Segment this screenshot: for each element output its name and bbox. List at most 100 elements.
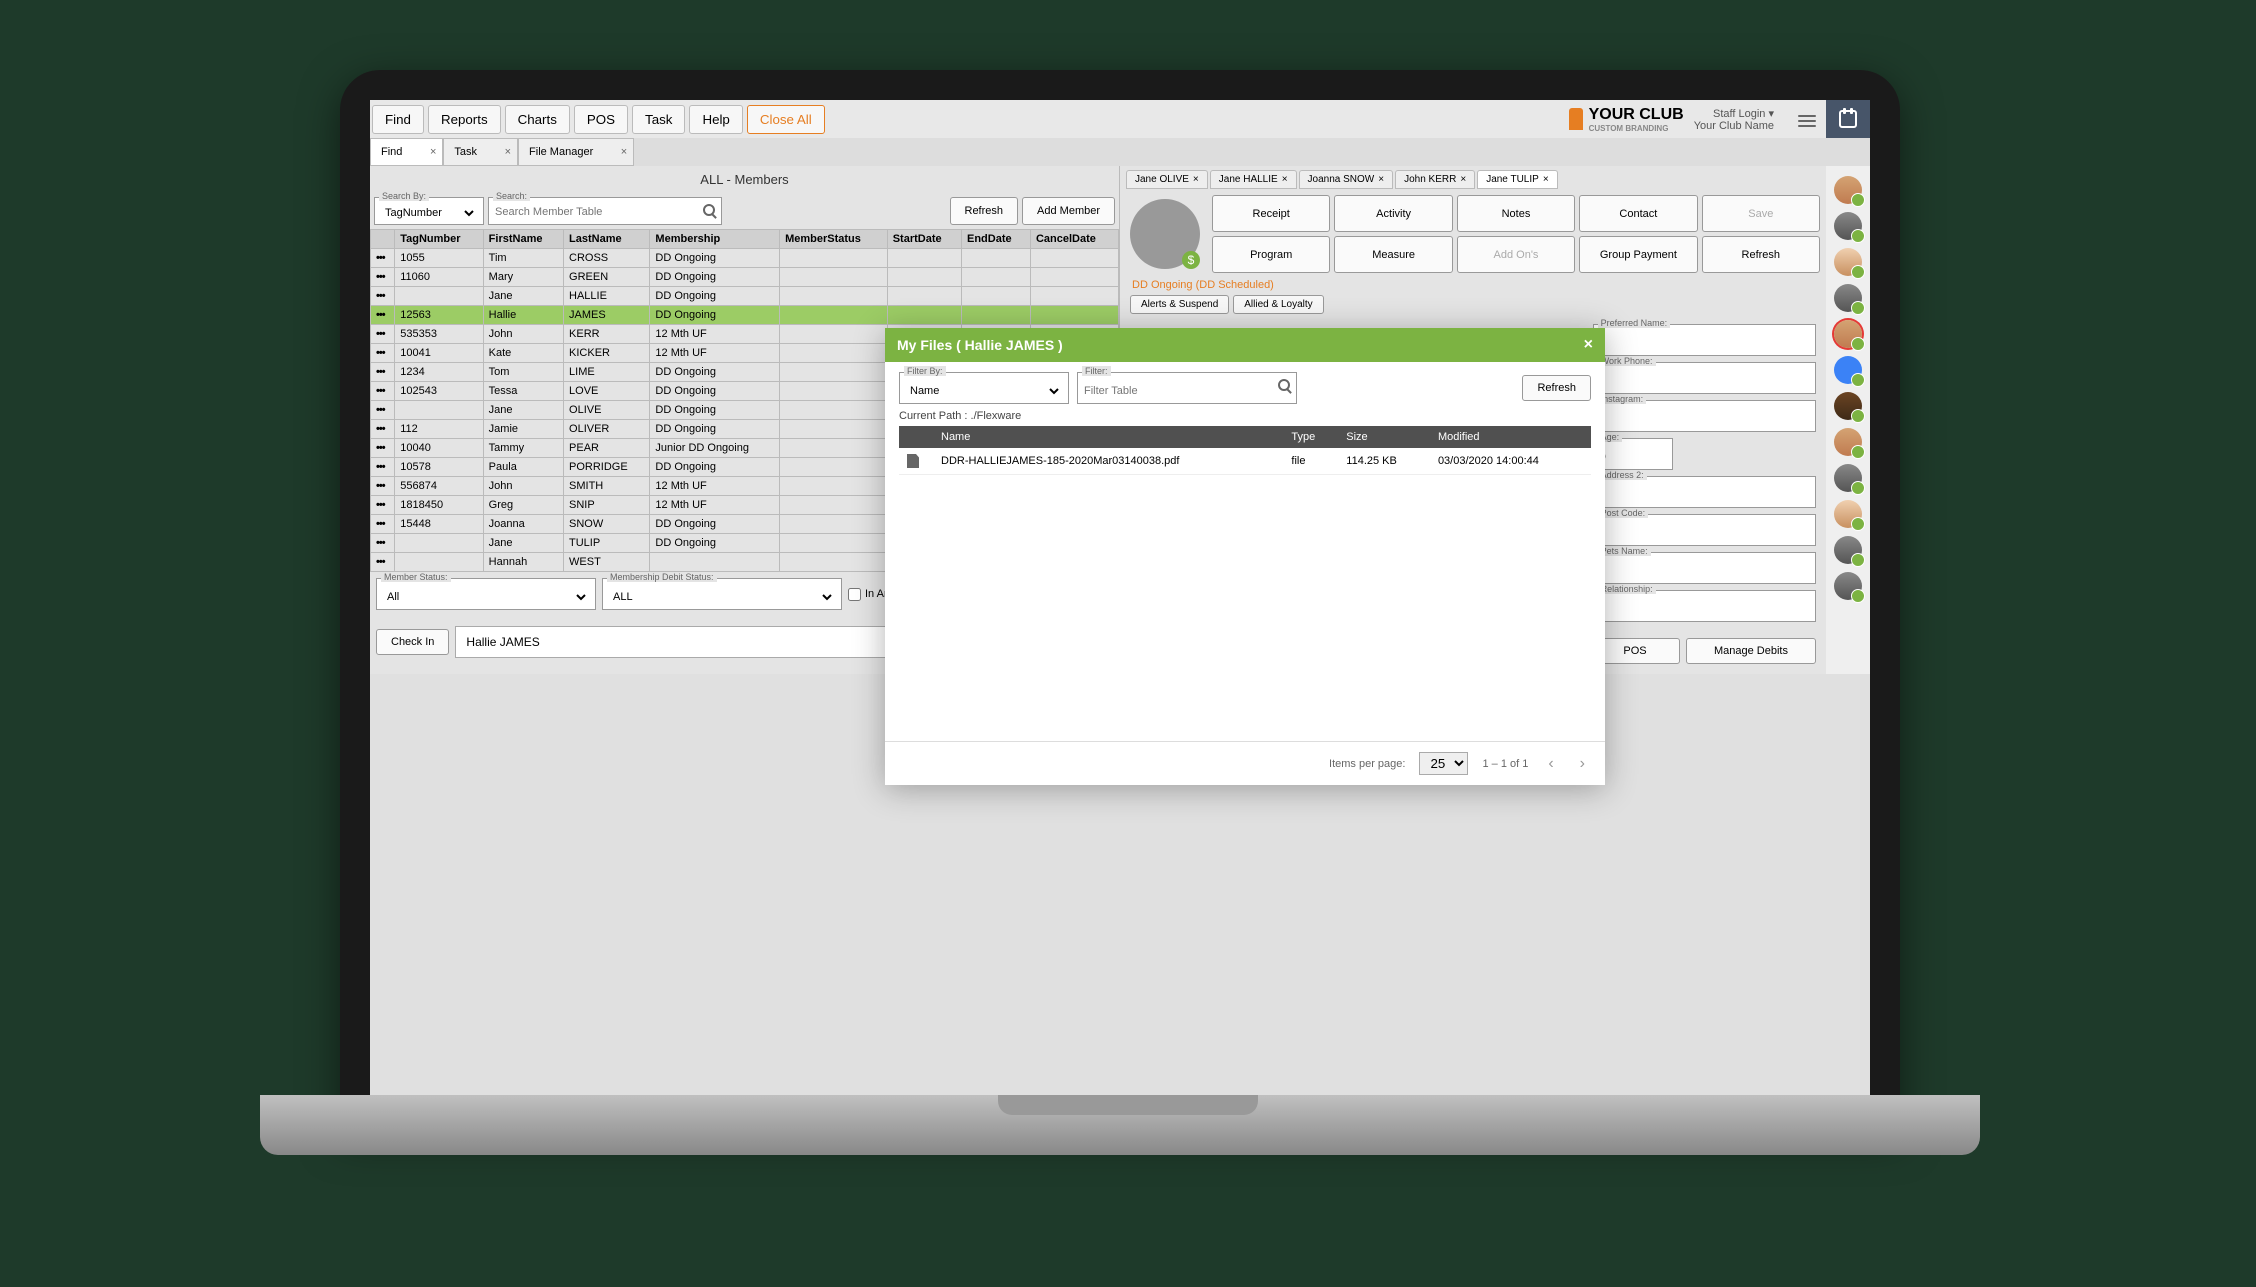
manage-debits-button[interactable]: Manage Debits [1686,638,1816,664]
work-phone-input[interactable] [1600,375,1809,387]
filter-by-select[interactable]: Name [906,384,1062,398]
profile-avatar[interactable] [1130,199,1200,269]
calendar-button[interactable] [1826,100,1870,138]
avatar[interactable] [1834,176,1862,204]
pos-button[interactable]: POS [574,105,628,134]
member-tab[interactable]: Jane TULIP× [1477,170,1557,189]
close-icon[interactable]: × [1193,174,1199,185]
refresh-button[interactable]: Refresh [950,197,1019,225]
close-all-button[interactable]: Close All [747,105,825,134]
sub-tab-allied[interactable]: Allied & Loyalty [1233,295,1323,314]
preferred-name-input[interactable] [1600,337,1809,349]
avatar[interactable] [1834,356,1862,384]
close-icon[interactable]: × [1543,174,1549,185]
refresh-button[interactable]: Refresh [1522,375,1591,401]
avatar[interactable] [1834,284,1862,312]
modal-title: My Files ( Hallie JAMES ) [897,337,1063,353]
relationship-input[interactable] [1600,603,1809,615]
receipt-button[interactable]: Receipt [1212,195,1330,232]
help-button[interactable]: Help [689,105,742,134]
column-header[interactable]: StartDate [887,230,961,249]
relationship-label: Relationship: [1598,584,1656,594]
postcode-input[interactable] [1600,527,1809,539]
table-row[interactable]: •••JaneHALLIEDD Ongoing [371,287,1119,306]
column-header[interactable]: MemberStatus [780,230,888,249]
table-row[interactable]: •••11060MaryGREENDD Ongoing [371,268,1119,287]
col-size[interactable]: Size [1338,426,1430,448]
avatar[interactable] [1834,572,1862,600]
tab-task[interactable]: Task× [443,138,518,166]
table-row[interactable]: •••1055TimCROSSDD Ongoing [371,249,1119,268]
avatar[interactable] [1834,212,1862,240]
measure-button[interactable]: Measure [1334,236,1452,273]
column-header[interactable]: EndDate [961,230,1030,249]
avatar[interactable] [1834,392,1862,420]
check-in-button[interactable]: Check In [376,629,449,655]
items-per-page-select[interactable]: 25 [1419,752,1468,775]
notes-button[interactable]: Notes [1457,195,1575,232]
current-path: Current Path : ./Flexware [899,410,1591,422]
col-type[interactable]: Type [1283,426,1338,448]
staff-login-link[interactable]: Staff Login ▾ [1694,107,1774,120]
filter-by-label: Filter By: [904,366,946,376]
menu-list-icon[interactable] [1798,112,1816,126]
table-row[interactable]: •••12563HallieJAMESDD Ongoing [371,306,1119,325]
age-input[interactable] [1600,451,1666,463]
filter-label: Filter: [1082,366,1111,376]
column-header[interactable]: FirstName [483,230,563,249]
activity-button[interactable]: Activity [1334,195,1452,232]
member-tab[interactable]: John KERR× [1395,170,1475,189]
col-modified[interactable]: Modified [1430,426,1591,448]
debit-status-select[interactable]: ALL [609,590,835,604]
search-by-select[interactable]: TagNumber [381,206,477,220]
member-status-select[interactable]: All [383,590,589,604]
member-tab[interactable]: Jane OLIVE× [1126,170,1208,189]
group-payment-button[interactable]: Group Payment [1579,236,1697,273]
contact-button[interactable]: Contact [1579,195,1697,232]
avatar[interactable] [1834,428,1862,456]
close-icon[interactable]: × [1378,174,1384,185]
col-name[interactable]: Name [933,426,1283,448]
member-tab[interactable]: Joanna SNOW× [1299,170,1394,189]
column-header[interactable]: TagNumber [395,230,483,249]
close-icon[interactable]: × [621,146,627,158]
close-icon[interactable]: × [1584,336,1593,354]
tab-find[interactable]: Find× [370,138,443,166]
member-tab[interactable]: Jane HALLIE× [1210,170,1297,189]
reports-button[interactable]: Reports [428,105,501,134]
search-icon[interactable] [703,204,715,216]
avatar[interactable] [1834,464,1862,492]
column-header[interactable] [371,230,395,249]
column-header[interactable]: CancelDate [1030,230,1118,249]
avatar[interactable] [1834,500,1862,528]
save-button[interactable]: Save [1702,195,1820,232]
prev-page-button[interactable]: ‹ [1542,755,1559,773]
next-page-button[interactable]: › [1574,755,1591,773]
search-input[interactable] [495,206,715,218]
file-row[interactable]: DDR-HALLIEJAMES-185-2020Mar03140038.pdf … [899,448,1591,475]
charts-button[interactable]: Charts [505,105,570,134]
column-header[interactable]: LastName [564,230,650,249]
add-member-button[interactable]: Add Member [1022,197,1115,225]
sub-tab-alerts[interactable]: Alerts & Suspend [1130,295,1229,314]
avatar[interactable] [1834,248,1862,276]
refresh-button[interactable]: Refresh [1702,236,1820,273]
instagram-input[interactable] [1600,413,1809,425]
filter-input[interactable] [1084,385,1290,397]
column-header[interactable]: Membership [650,230,780,249]
address2-input[interactable] [1600,489,1809,501]
avatar[interactable] [1834,320,1862,348]
addons-button[interactable]: Add On's [1457,236,1575,273]
address2-label: Address 2: [1598,470,1647,480]
search-icon[interactable] [1278,379,1290,391]
program-button[interactable]: Program [1212,236,1330,273]
close-icon[interactable]: × [430,146,436,158]
task-button[interactable]: Task [632,105,685,134]
close-icon[interactable]: × [1460,174,1466,185]
close-icon[interactable]: × [505,146,511,158]
pets-name-input[interactable] [1600,565,1809,577]
avatar[interactable] [1834,536,1862,564]
find-button[interactable]: Find [372,105,424,134]
close-icon[interactable]: × [1282,174,1288,185]
tab-file-manager[interactable]: File Manager× [518,138,634,166]
